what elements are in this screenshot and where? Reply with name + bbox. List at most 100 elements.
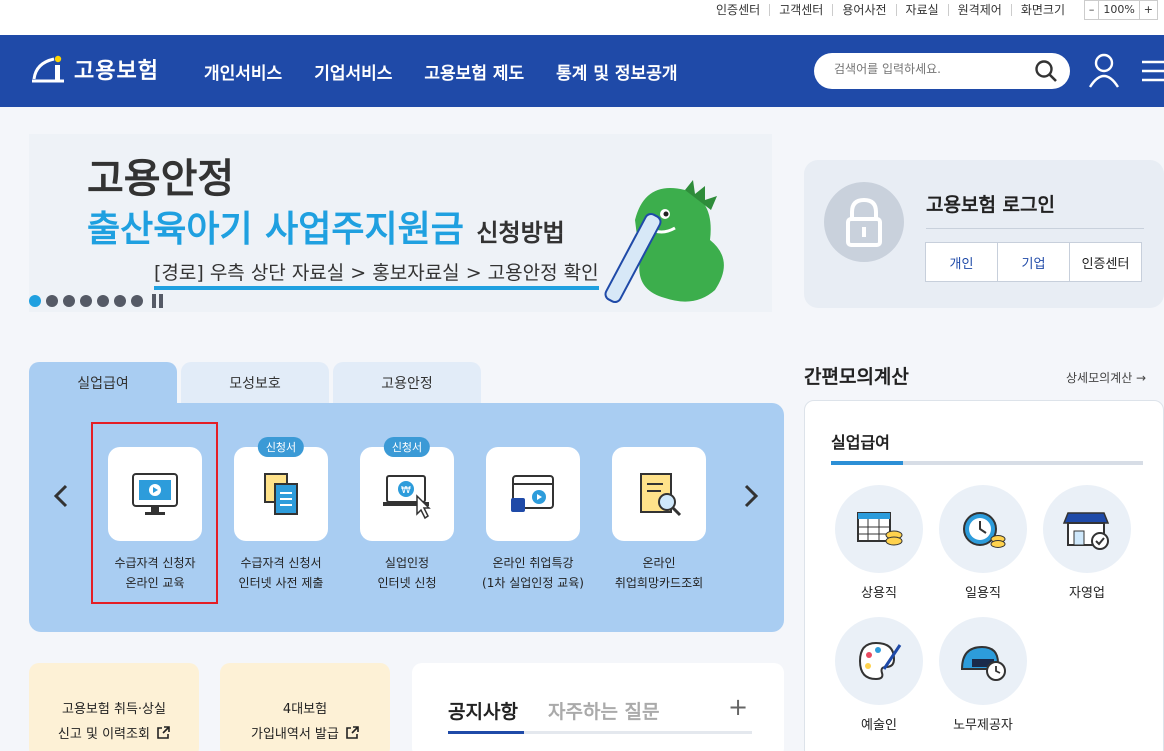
search-box (814, 53, 1070, 89)
util-link-archive[interactable]: 자료실 (895, 4, 948, 16)
service-label-line2: 취업희망카드조회 (614, 576, 704, 590)
search-icon[interactable] (1034, 59, 1058, 83)
banner-title-1: 고용안정 (87, 156, 235, 202)
utility-links: 인증센터 고객센터 용어사전 자료실 원격제어 화면크기 (707, 0, 1074, 20)
banner-title-2: 출산육아기 사업주지원금 신청방법 (87, 200, 565, 252)
notice-tab-indicator (448, 731, 524, 734)
hamburger-menu-icon[interactable] (1142, 57, 1164, 85)
slide-dot[interactable] (29, 295, 41, 307)
job-labor-provider[interactable]: 노무제공자 (939, 617, 1027, 733)
menu-corporate-services[interactable]: 기업서비스 (314, 59, 392, 84)
service-item-job-hope-card[interactable]: 온라인취업희망카드조회 (596, 447, 722, 593)
login-personal-button[interactable]: 개인 (925, 242, 998, 282)
zoom-control: – 100% + (1083, 0, 1158, 20)
menu-statistics[interactable]: 통계 및 정보공개 (556, 59, 677, 84)
detailed-calc-link[interactable]: 상세모의계산 → (1066, 369, 1146, 386)
service-panel: 수급자격 신청자 온라인 교육 신청서 수급자격 신청서 인터넷 사전 제출 신청서… (29, 403, 784, 632)
service-item-online-lecture[interactable]: 온라인 취업특강 (1차 실업인정 교육) (470, 447, 596, 593)
tab-notices[interactable]: 공지사항 (448, 697, 518, 724)
site-logo[interactable]: 고용보험 (28, 49, 159, 89)
service-label-line1: 온라인 (642, 556, 676, 570)
zoom-level: 100% (1098, 1, 1138, 19)
search-input[interactable] (834, 62, 1034, 76)
service-tabs: 실업급여 모성보호 고용안정 (29, 362, 485, 404)
util-link-screen-size: 화면크기 (1010, 4, 1074, 16)
tab-maternity-protection[interactable]: 모성보호 (181, 362, 329, 404)
job-artist[interactable]: 예술인 (835, 617, 923, 733)
job-label: 노무제공자 (953, 718, 1013, 733)
service-icon-box (486, 447, 580, 541)
banner-path: [경로] 우측 상단 자료실 > 홍보자료실 > 고용안정 확인 (154, 258, 599, 290)
application-badge: 신청서 (383, 437, 431, 457)
slide-pagination (29, 294, 166, 308)
calc-subtitle: 실업급여 (831, 433, 890, 452)
slide-dot[interactable] (63, 295, 75, 307)
slide-dot[interactable] (114, 295, 126, 307)
store-icon (1043, 485, 1131, 573)
util-link-glossary[interactable]: 용어사전 (832, 4, 895, 16)
service-item-unemployment-recognition[interactable]: 신청서 ₩ 실업인정 인터넷 신청 (344, 437, 470, 593)
document-search-icon (640, 473, 682, 517)
calendar-coins-icon (835, 485, 923, 573)
external-link-icon (346, 726, 359, 739)
job-daily[interactable]: 일용직 (939, 485, 1027, 601)
service-label-line1: 온라인 취업특강 (492, 556, 574, 570)
job-self-employed[interactable]: 자영업 (1043, 485, 1131, 601)
tab-unemployment-benefit[interactable]: 실업급여 (29, 362, 177, 404)
dinosaur-mascot-icon (604, 180, 724, 304)
util-link-remote-control[interactable]: 원격제어 (947, 4, 1011, 16)
external-link-icon (157, 726, 170, 739)
pause-icon[interactable] (152, 294, 166, 308)
zoom-in-button[interactable]: + (1138, 1, 1157, 19)
service-icon-box: 신청서 ₩ (360, 437, 454, 541)
main-menu: 개인서비스 기업서비스 고용보험 제도 통계 및 정보공개 (204, 59, 710, 84)
service-label: 온라인취업희망카드조회 (596, 553, 722, 593)
login-cert-center-button[interactable]: 인증센터 (1069, 242, 1142, 282)
zoom-out-button[interactable]: – (1085, 1, 1099, 19)
job-regular[interactable]: 상용직 (835, 485, 923, 601)
quick-card-acquisition-loss[interactable]: 고용보험 취득·상실 신고 및 이력조회 (29, 663, 199, 751)
main-banner[interactable]: 고용안정 출산육아기 사업주지원금 신청방법 [경로] 우측 상단 자료실 > … (29, 134, 772, 312)
video-window-icon (511, 475, 554, 512)
service-item-application-submit[interactable]: 신청서 수급자격 신청서 인터넷 사전 제출 (218, 437, 344, 593)
logo-text: 고용보험 (74, 59, 159, 84)
slide-dot[interactable] (97, 295, 109, 307)
quick-card-line2: 신고 및 이력조회 (57, 727, 150, 742)
service-label-line1: 수급자격 신청서 (240, 556, 322, 570)
tab-employment-stability[interactable]: 고용안정 (333, 362, 481, 404)
service-label-line1: 실업인정 (384, 556, 430, 570)
util-link-cert-center[interactable]: 인증센터 (707, 4, 769, 16)
slide-dot[interactable] (46, 295, 58, 307)
calc-title: 간편모의계산 (804, 366, 909, 388)
quick-card-insurance-certificate[interactable]: 4대보험 가입내역서 발급 (220, 663, 390, 751)
quick-card-line1: 고용보험 취득·상실 (62, 702, 166, 717)
chevron-left-icon[interactable] (51, 483, 71, 509)
service-icon-box (612, 447, 706, 541)
menu-personal-services[interactable]: 개인서비스 (204, 59, 282, 84)
banner-title-2-main: 출산육아기 사업주지원금 (87, 209, 464, 250)
application-badge: 신청서 (257, 437, 305, 457)
notice-box: 공지사항 자주하는 질문 + (412, 663, 784, 751)
login-corporate-button[interactable]: 기업 (997, 242, 1070, 282)
slide-dot[interactable] (80, 295, 92, 307)
util-link-customer-center[interactable]: 고객센터 (769, 4, 832, 16)
utility-bar: 인증센터 고객센터 용어사전 자료실 원격제어 화면크기 – 100% + (0, 0, 1164, 35)
lock-icon (824, 182, 904, 262)
global-nav: 고용보험 개인서비스 기업서비스 고용보험 제도 통계 및 정보공개 (0, 35, 1164, 107)
user-icon[interactable] (1088, 51, 1120, 89)
login-title: 고용보험 로그인 (926, 194, 1055, 216)
menu-insurance-system[interactable]: 고용보험 제도 (424, 59, 524, 84)
slide-dot[interactable] (131, 295, 143, 307)
notice-more-button[interactable]: + (728, 693, 748, 721)
svg-text:₩: ₩ (401, 485, 411, 496)
service-icon-box: 신청서 (234, 437, 328, 541)
job-label: 자영업 (1069, 586, 1105, 601)
tab-faq[interactable]: 자주하는 질문 (548, 697, 660, 724)
quick-card-line1: 4대보험 (282, 702, 328, 717)
service-label: 온라인 취업특강 (1차 실업인정 교육) (470, 553, 596, 593)
login-card: 고용보험 로그인 개인 기업 인증센터 (804, 160, 1164, 308)
calc-tab-indicator (831, 461, 903, 465)
chevron-right-icon[interactable] (741, 483, 761, 509)
banner-title-2-sub: 신청방법 (476, 219, 565, 247)
login-divider (926, 228, 1144, 229)
